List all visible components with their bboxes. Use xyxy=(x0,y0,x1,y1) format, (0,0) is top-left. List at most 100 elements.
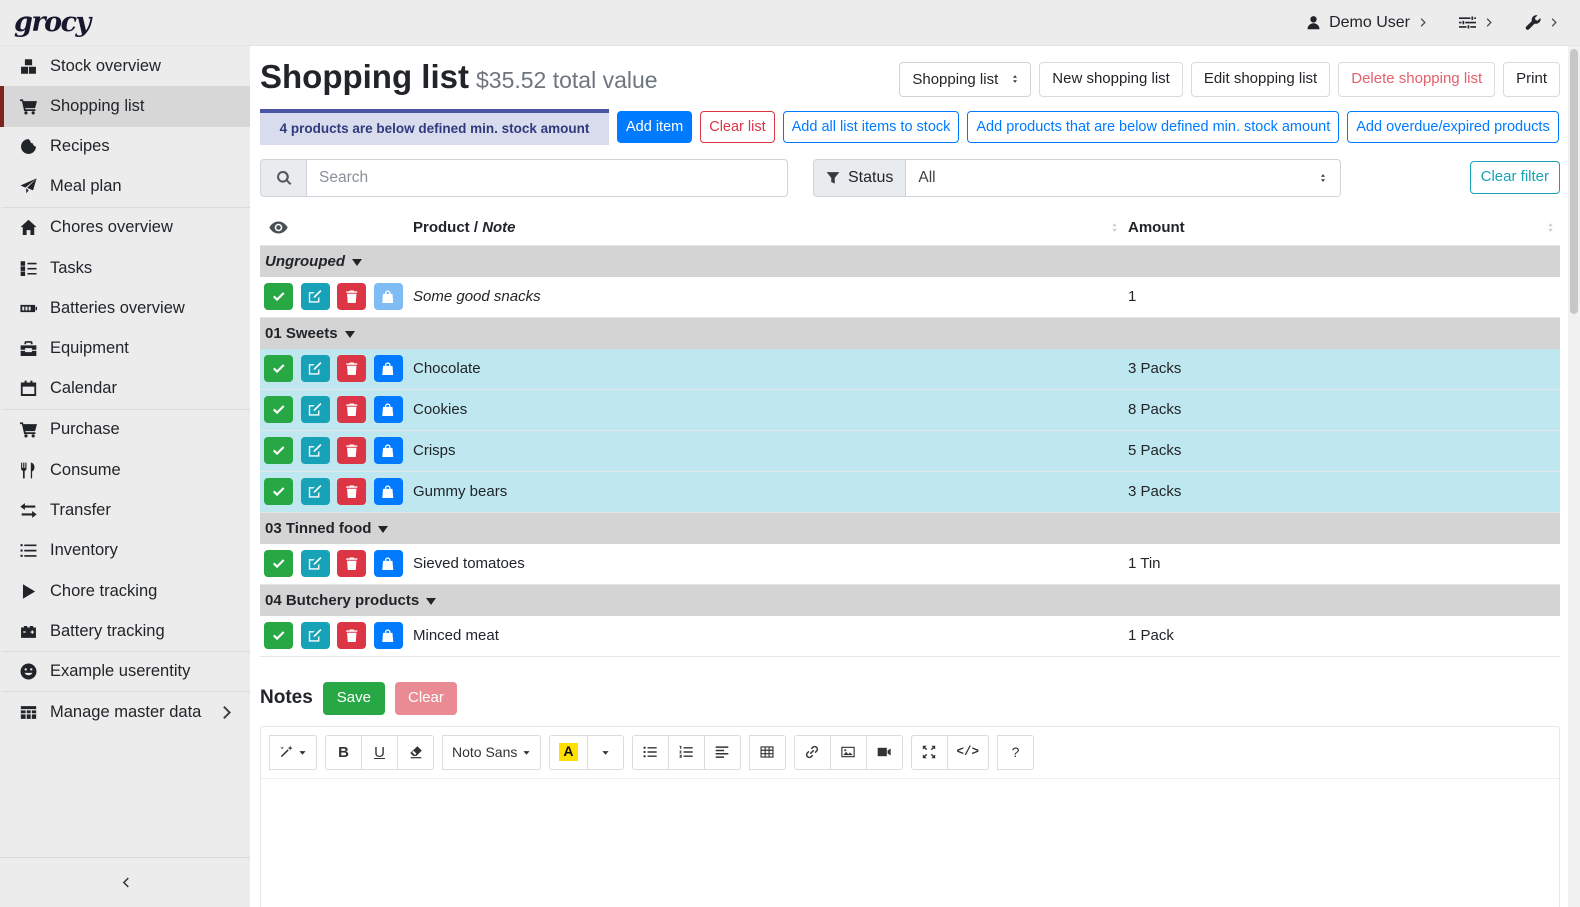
purchase-item-button[interactable] xyxy=(374,355,403,382)
add-overdue-products-button[interactable]: Add overdue/expired products xyxy=(1347,111,1558,143)
save-notes-button[interactable]: Save xyxy=(323,682,385,715)
edit-item-button[interactable] xyxy=(301,550,330,577)
delete-item-button[interactable] xyxy=(337,437,366,464)
delete-shopping-list-button[interactable]: Delete shopping list xyxy=(1338,62,1495,97)
mark-done-button[interactable] xyxy=(264,396,293,423)
sidebar-item-stock-overview[interactable]: Stock overview xyxy=(0,46,250,86)
sidebar-item-chores-overview[interactable]: Chores overview xyxy=(0,208,250,248)
mark-done-button[interactable] xyxy=(264,550,293,577)
edit-shopping-list-button[interactable]: Edit shopping list xyxy=(1191,62,1330,97)
scrollbar[interactable] xyxy=(1568,46,1580,907)
notes-editor-area[interactable] xyxy=(261,779,1559,907)
min-stock-alert[interactable]: 4 products are below defined min. stock … xyxy=(260,109,609,145)
group-header-03-tinned-food[interactable]: 03 Tinned food xyxy=(260,513,1560,544)
ordered-list-button[interactable] xyxy=(668,735,705,770)
purchase-item-button[interactable] xyxy=(374,396,403,423)
mark-done-button[interactable] xyxy=(264,622,293,649)
sort-product-icon[interactable] xyxy=(1109,220,1120,235)
underline-button[interactable]: U xyxy=(361,735,398,770)
scrollbar-thumb[interactable] xyxy=(1570,49,1578,314)
delete-item-button[interactable] xyxy=(337,622,366,649)
purchase-item-button[interactable] xyxy=(374,550,403,577)
print-button[interactable]: Print xyxy=(1503,62,1560,97)
paragraph-style-button[interactable] xyxy=(704,735,741,770)
admin-menu[interactable] xyxy=(1525,15,1560,31)
sidebar-item-shopping-list[interactable]: Shopping list xyxy=(0,86,250,126)
delete-item-button[interactable] xyxy=(337,478,366,505)
mark-done-button[interactable] xyxy=(264,355,293,382)
shopping-list-table: Product / Note Amount UngroupedSome good… xyxy=(260,211,1560,657)
settings-menu[interactable] xyxy=(1459,14,1495,31)
purchase-item-button[interactable] xyxy=(374,437,403,464)
edit-item-button[interactable] xyxy=(301,437,330,464)
sidebar-item-batteries-overview[interactable]: Batteries overview xyxy=(0,288,250,328)
sidebar-item-meal-plan[interactable]: Meal plan xyxy=(0,167,250,207)
clear-format-button[interactable] xyxy=(397,735,434,770)
clear-filter-button[interactable]: Clear filter xyxy=(1470,161,1560,194)
sidebar-item-purchase[interactable]: Purchase xyxy=(0,410,250,450)
delete-item-button[interactable] xyxy=(337,283,366,310)
mark-done-button[interactable] xyxy=(264,478,293,505)
unordered-list-button[interactable] xyxy=(632,735,669,770)
sidebar-item-tasks[interactable]: Tasks xyxy=(0,248,250,288)
delete-item-button[interactable] xyxy=(337,550,366,577)
sidebar-item-recipes[interactable]: Recipes xyxy=(0,127,250,167)
magic-wand-icon xyxy=(279,745,293,759)
sort-amount-icon[interactable] xyxy=(1545,220,1556,235)
add-below-min-stock-button[interactable]: Add products that are below defined min.… xyxy=(967,111,1339,143)
highlight-color-caret-button[interactable] xyxy=(587,735,624,770)
insert-picture-button[interactable] xyxy=(830,735,867,770)
code-view-button[interactable]: </> xyxy=(947,735,990,770)
visibility-eye-icon[interactable] xyxy=(269,218,288,237)
group-header-04-butchery-products[interactable]: 04 Butchery products xyxy=(260,585,1560,616)
sidebar-item-example-userentity[interactable]: Example userentity xyxy=(0,652,250,692)
add-item-button[interactable]: Add item xyxy=(617,111,692,143)
sidebar-item-label: Shopping list xyxy=(50,97,144,116)
status-filter-select[interactable]: All xyxy=(906,159,1341,197)
insert-video-button[interactable] xyxy=(866,735,903,770)
edit-item-button[interactable] xyxy=(301,355,330,382)
group-header-ungrouped[interactable]: Ungrouped xyxy=(260,246,1560,277)
sidebar-item-battery-tracking[interactable]: Battery tracking xyxy=(0,611,250,651)
highlight-color-button[interactable]: A xyxy=(549,735,587,770)
purchase-item-button[interactable] xyxy=(374,478,403,505)
edit-item-button[interactable] xyxy=(301,622,330,649)
shopping-list-select[interactable]: Shopping list xyxy=(899,62,1031,97)
grocy-logo[interactable]: grocy xyxy=(14,7,90,38)
user-menu[interactable]: Demo User xyxy=(1306,14,1429,32)
insert-table-button[interactable] xyxy=(749,735,786,770)
delete-item-button[interactable] xyxy=(337,396,366,423)
clear-notes-button[interactable]: Clear xyxy=(395,682,457,715)
purchase-item-button[interactable] xyxy=(374,622,403,649)
sidebar-item-calendar[interactable]: Calendar xyxy=(0,369,250,409)
sidebar-item-manage-master-data[interactable]: Manage master data xyxy=(0,692,250,732)
insert-link-button[interactable] xyxy=(794,735,831,770)
amount-column-header[interactable]: Amount xyxy=(1128,219,1185,236)
group-header-01-sweets[interactable]: 01 Sweets xyxy=(260,318,1560,349)
delete-item-button[interactable] xyxy=(337,355,366,382)
add-all-to-stock-button[interactable]: Add all list items to stock xyxy=(783,111,960,143)
clear-list-button[interactable]: Clear list xyxy=(700,111,774,143)
table-body: UngroupedSome good snacks101 SweetsChoco… xyxy=(260,246,1560,657)
sidebar-item-inventory[interactable]: Inventory xyxy=(0,531,250,571)
help-button[interactable]: ? xyxy=(997,735,1034,770)
search-input[interactable] xyxy=(307,159,788,197)
sidebar-collapse-button[interactable] xyxy=(0,857,250,907)
font-name-button[interactable]: Noto Sans xyxy=(442,735,541,770)
sidebar-item-consume[interactable]: Consume xyxy=(0,450,250,490)
purchase-item-button[interactable] xyxy=(374,283,403,310)
mark-done-button[interactable] xyxy=(264,437,293,464)
edit-item-button[interactable] xyxy=(301,478,330,505)
sidebar-item-transfer[interactable]: Transfer xyxy=(0,490,250,530)
new-shopping-list-button[interactable]: New shopping list xyxy=(1039,62,1183,97)
edit-item-button[interactable] xyxy=(301,283,330,310)
sidebar-item-chore-tracking[interactable]: Chore tracking xyxy=(0,571,250,611)
mark-done-button[interactable] xyxy=(264,283,293,310)
notes-editor: BU Noto SansA </>? xyxy=(260,726,1560,907)
fullscreen-button[interactable] xyxy=(911,735,948,770)
edit-item-button[interactable] xyxy=(301,396,330,423)
magic-style-button[interactable] xyxy=(269,735,317,770)
sidebar-item-equipment[interactable]: Equipment xyxy=(0,329,250,369)
product-column-header[interactable]: Product / Note xyxy=(413,219,516,236)
bold-button[interactable]: B xyxy=(325,735,362,770)
